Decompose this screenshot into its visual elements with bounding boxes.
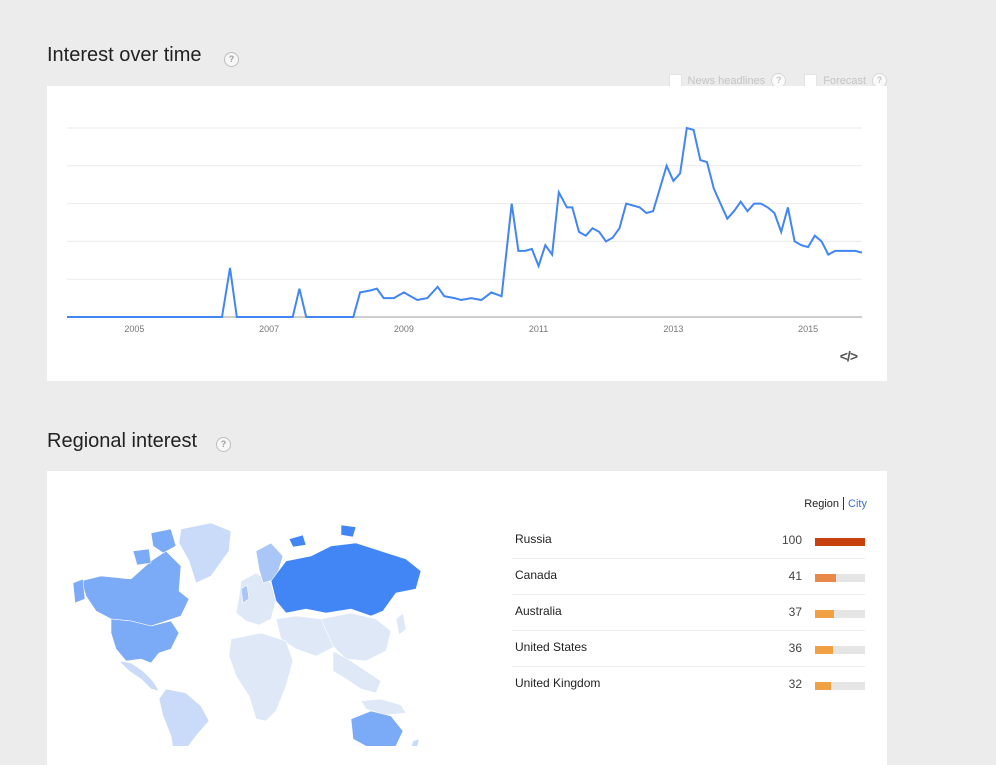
region-name[interactable]: Russia bbox=[515, 532, 552, 546]
region-bar-fill bbox=[815, 646, 833, 654]
map-canada[interactable] bbox=[80, 550, 190, 627]
x-tick-label: 2015 bbox=[798, 324, 818, 334]
region-row[interactable]: United Kingdom 32 bbox=[512, 667, 865, 702]
map-russia[interactable] bbox=[270, 542, 422, 617]
map-japan[interactable] bbox=[395, 612, 407, 636]
city-toggle[interactable]: City bbox=[848, 498, 867, 510]
embed-code-icon[interactable]: </> bbox=[840, 348, 858, 364]
x-tick-label: 2011 bbox=[529, 324, 548, 334]
region-toggle[interactable]: Region bbox=[804, 498, 839, 510]
x-tick-label: 2005 bbox=[124, 324, 144, 334]
region-value: 41 bbox=[788, 569, 802, 583]
x-tick-label: 2007 bbox=[259, 324, 279, 334]
interest-line-chart: 2005 2007 2009 2011 2013 2015 bbox=[67, 126, 863, 334]
x-tick-label: 2009 bbox=[394, 324, 414, 334]
regional-interest-card: Region City Russia 100 Canada 41 Australia 37… bbox=[47, 471, 887, 765]
region-bar-fill bbox=[815, 610, 834, 618]
map-alaska[interactable] bbox=[72, 578, 86, 604]
map-australia[interactable] bbox=[350, 710, 404, 746]
toggle-divider bbox=[843, 497, 845, 510]
region-bar-track bbox=[815, 610, 865, 618]
region-list: Russia 100 Canada 41 Australia 37 United State… bbox=[512, 523, 865, 702]
region-value: 36 bbox=[788, 641, 802, 655]
map-russia-islands[interactable] bbox=[288, 524, 357, 548]
region-value: 100 bbox=[781, 533, 802, 547]
regional-help-icon[interactable]: ? bbox=[216, 437, 231, 452]
map-united-states[interactable] bbox=[110, 618, 180, 664]
news-headlines-label[interactable]: News headlines bbox=[688, 75, 766, 87]
interest-over-time-title: Interest over time bbox=[47, 44, 202, 66]
chart-x-axis: 2005 2007 2009 2011 2013 2015 bbox=[124, 324, 818, 334]
map-new-zealand[interactable] bbox=[411, 738, 420, 746]
map-south-america[interactable] bbox=[158, 688, 210, 746]
region-name[interactable]: United Kingdom bbox=[515, 676, 600, 690]
region-name[interactable]: United States bbox=[515, 640, 587, 654]
region-row[interactable]: Australia 37 bbox=[512, 595, 865, 631]
regional-interest-title: Regional interest bbox=[47, 430, 198, 452]
region-name[interactable]: Canada bbox=[515, 568, 557, 582]
region-bar-track bbox=[815, 682, 865, 690]
interest-series-line bbox=[67, 126, 863, 318]
region-city-toggle: Region City bbox=[804, 497, 867, 510]
interest-over-time-card: 2005 2007 2009 2011 2013 2015 </> bbox=[47, 86, 887, 381]
map-greenland[interactable] bbox=[178, 522, 232, 584]
map-africa[interactable] bbox=[228, 632, 294, 722]
map-china[interactable] bbox=[320, 612, 392, 662]
map-mexico[interactable] bbox=[118, 660, 160, 692]
world-map[interactable] bbox=[71, 521, 426, 746]
x-tick-label: 2013 bbox=[663, 324, 683, 334]
region-row[interactable]: United States 36 bbox=[512, 631, 865, 667]
chart-gridlines bbox=[67, 127, 862, 318]
region-value: 37 bbox=[788, 605, 802, 619]
region-name[interactable]: Australia bbox=[515, 604, 562, 618]
region-row[interactable]: Canada 41 bbox=[512, 559, 865, 595]
region-bar-track bbox=[815, 646, 865, 654]
region-value: 32 bbox=[788, 677, 802, 691]
forecast-label[interactable]: Forecast bbox=[823, 75, 866, 87]
region-bar-fill bbox=[815, 574, 836, 582]
region-bar-track bbox=[815, 574, 865, 582]
region-bar-fill bbox=[815, 538, 865, 546]
region-bar-track bbox=[815, 538, 865, 546]
region-bar-fill bbox=[815, 682, 831, 690]
interest-help-icon[interactable]: ? bbox=[224, 52, 239, 67]
region-row[interactable]: Russia 100 bbox=[512, 523, 865, 559]
